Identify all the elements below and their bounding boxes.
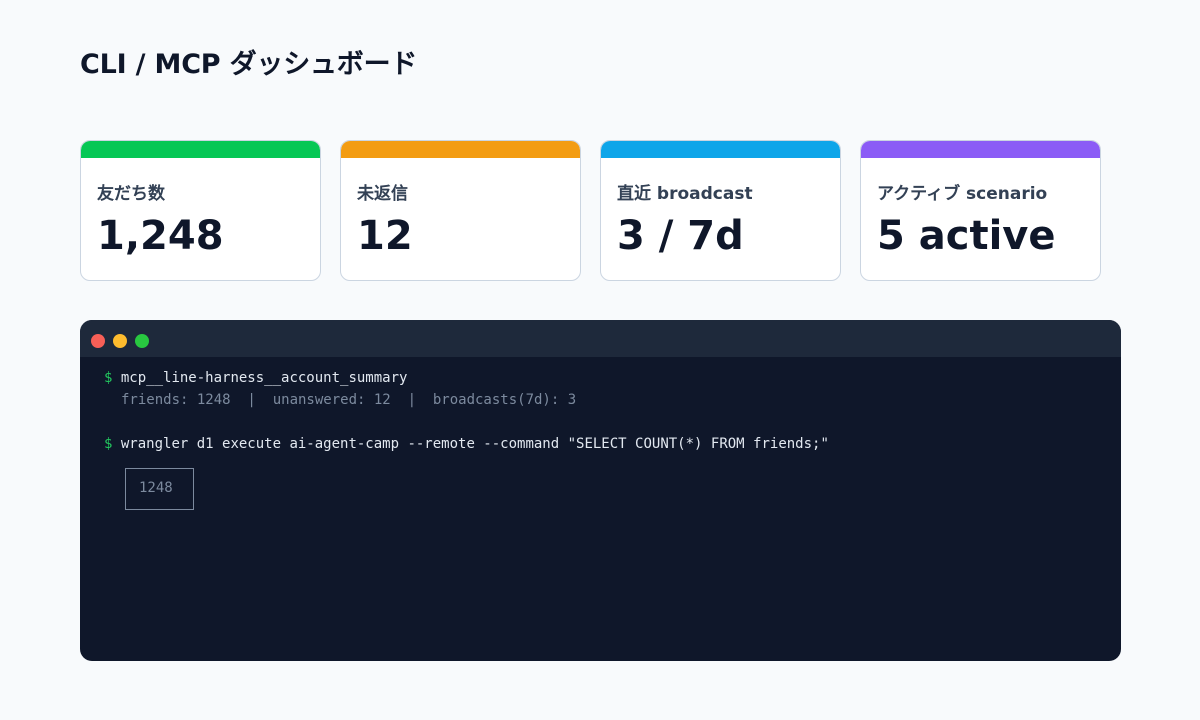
command-output: friends: 1248 | unanswered: 12 | broadca…	[121, 392, 577, 408]
stat-label: 直近 broadcast	[617, 184, 753, 204]
accent-bar	[601, 141, 840, 158]
accent-bar	[341, 141, 580, 158]
terminal-command-line: $ wrangler d1 execute ai-agent-camp --re…	[104, 435, 829, 453]
stat-label: 未返信	[357, 184, 408, 204]
stat-value: 5 active	[877, 213, 1056, 259]
prompt-symbol: $	[104, 436, 113, 452]
stat-label: アクティブ scenario	[877, 184, 1048, 204]
stat-label: 友だち数	[97, 184, 165, 204]
maximize-window-dot[interactable]	[135, 334, 149, 348]
stat-card-broadcast: 直近 broadcast 3 / 7d	[600, 140, 841, 281]
page-title: CLI / MCP ダッシュボード	[80, 49, 418, 80]
accent-bar	[81, 141, 320, 158]
minimize-window-dot[interactable]	[113, 334, 127, 348]
terminal-titlebar	[80, 320, 1121, 357]
command-text: mcp__line-harness__account_summary	[120, 370, 408, 386]
command-text: wrangler d1 execute ai-agent-camp --remo…	[120, 436, 829, 452]
query-result-value: 1248	[139, 480, 173, 496]
stat-card-friends: 友だち数 1,248	[80, 140, 321, 281]
stat-value: 1,248	[97, 213, 224, 259]
accent-bar	[861, 141, 1100, 158]
stat-card-unanswered: 未返信 12	[340, 140, 581, 281]
stat-value: 3 / 7d	[617, 213, 744, 259]
terminal-window[interactable]: $ mcp__line-harness__account_summary fri…	[80, 320, 1121, 661]
close-window-dot[interactable]	[91, 334, 105, 348]
query-result-table: 1248	[125, 468, 194, 510]
stat-value: 12	[357, 213, 413, 259]
stat-card-scenario: アクティブ scenario 5 active	[860, 140, 1101, 281]
terminal-command-line: $ mcp__line-harness__account_summary	[104, 369, 407, 387]
prompt-symbol: $	[104, 370, 113, 386]
